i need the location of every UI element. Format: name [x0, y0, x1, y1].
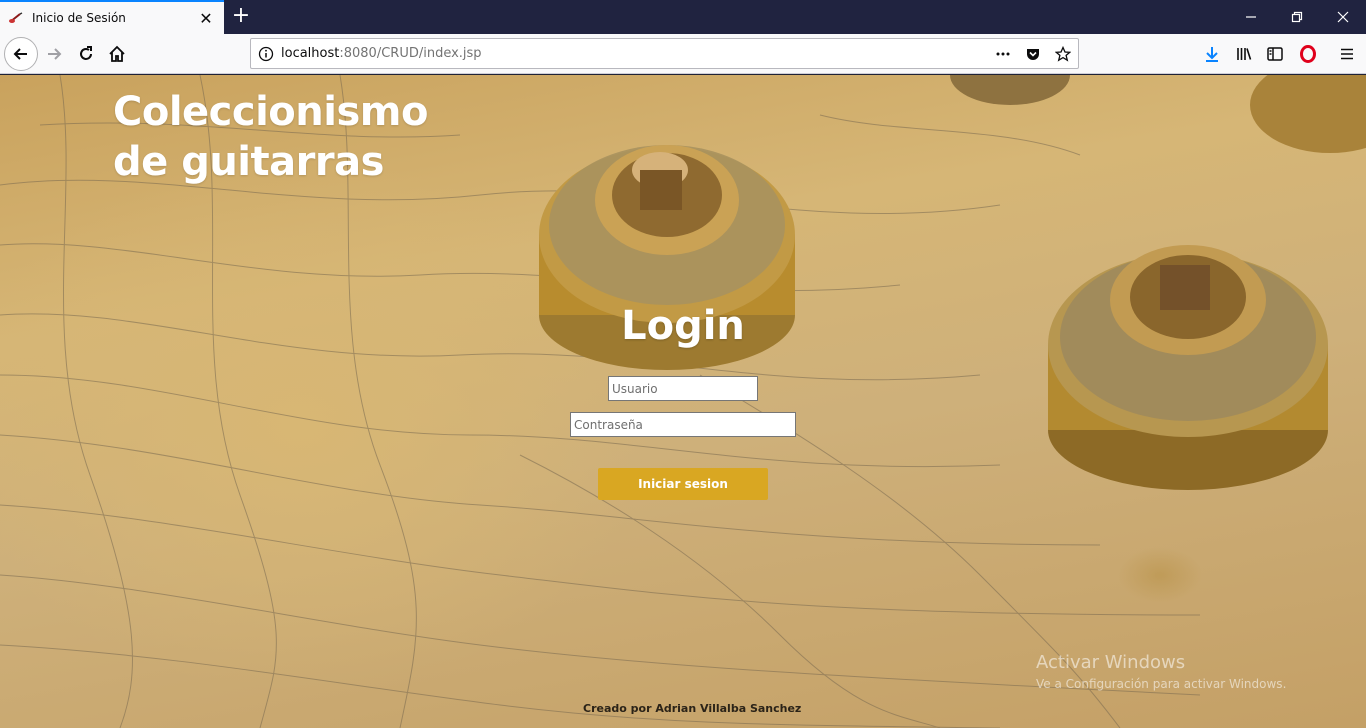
reload-icon: [80, 46, 92, 60]
url-host: localhost: [281, 46, 340, 61]
guitar-knob-right: [1048, 245, 1328, 490]
close-window-button[interactable]: [1320, 0, 1366, 34]
tab-strip: Inicio de Sesión ✕ +: [0, 0, 1366, 34]
library-button[interactable]: [1228, 38, 1260, 70]
site-info-icon[interactable]: [251, 46, 281, 62]
arrow-left-icon: [13, 48, 27, 60]
username-input[interactable]: [608, 376, 758, 401]
url-text[interactable]: localhost:8080/CRUD/index.jsp: [281, 46, 988, 61]
page-actions-icon[interactable]: [988, 40, 1018, 68]
arrow-right-icon: [48, 48, 62, 60]
restore-button[interactable]: [1274, 0, 1320, 34]
navigation-toolbar: localhost:8080/CRUD/index.jsp: [0, 34, 1366, 74]
watermark-title: Activar Windows: [1036, 652, 1186, 673]
sidebar-icon: [1267, 47, 1283, 61]
sidebar-button[interactable]: [1259, 38, 1291, 70]
new-tab-button[interactable]: +: [229, 5, 253, 29]
watermark-subtitle: Ve a Configuración para activar Windows.: [1036, 677, 1287, 691]
tab-title: Inicio de Sesión: [32, 11, 126, 25]
home-icon: [109, 45, 125, 62]
footer-credit: Creado por Adrian Villalba Sanchez: [583, 702, 802, 715]
minimize-button[interactable]: [1228, 0, 1274, 34]
url-bar[interactable]: localhost:8080/CRUD/index.jsp: [250, 38, 1079, 69]
downloads-button[interactable]: [1196, 38, 1228, 70]
reload-button[interactable]: [70, 38, 102, 70]
back-button[interactable]: [4, 37, 38, 71]
browser-tab[interactable]: Inicio de Sesión ✕: [0, 0, 224, 34]
windows-activation-watermark: Activar Windows Ve a Configuración para …: [1036, 652, 1336, 691]
close-tab-icon[interactable]: ✕: [194, 6, 218, 30]
menu-button[interactable]: [1331, 38, 1363, 70]
bookmark-star-icon[interactable]: [1048, 40, 1078, 68]
forward-button[interactable]: [38, 38, 70, 70]
password-input[interactable]: [570, 412, 796, 437]
opera-extension-button[interactable]: [1292, 38, 1324, 70]
hamburger-menu-icon: [1341, 48, 1353, 60]
guitar-knob-top-right: [950, 75, 1366, 153]
login-submit-button[interactable]: Iniciar sesion: [598, 468, 768, 500]
opera-icon: [1300, 45, 1316, 63]
login-page: Coleccionismo de guitarras Login Iniciar…: [0, 75, 1366, 728]
pocket-icon[interactable]: [1018, 40, 1048, 68]
download-icon: [1206, 47, 1218, 62]
guitar-favicon-icon: [8, 10, 24, 26]
login-heading: Login: [621, 303, 745, 349]
library-icon: [1237, 48, 1252, 60]
url-path: :8080/CRUD/index.jsp: [339, 46, 482, 61]
home-button[interactable]: [101, 38, 133, 70]
site-title: Coleccionismo de guitarras: [113, 89, 428, 185]
